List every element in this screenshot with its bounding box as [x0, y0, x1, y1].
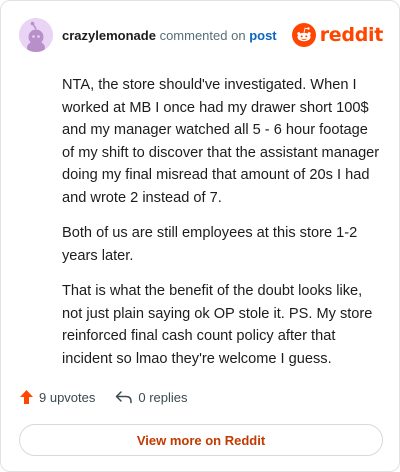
reddit-snoo-icon: [291, 23, 316, 47]
comment-actions: 9 upvotes 0 replies: [19, 389, 188, 405]
reply-arrow-icon: [116, 391, 133, 404]
username-link[interactable]: crazylemonade: [62, 28, 156, 43]
comment-paragraph: NTA, the store should've investigated. W…: [62, 77, 380, 206]
user-avatar[interactable]: [19, 18, 53, 52]
reply-count: 0 replies: [138, 389, 188, 405]
commented-on-text: commented on: [159, 27, 246, 43]
replies-button[interactable]: 0 replies: [115, 389, 188, 405]
post-link[interactable]: post: [249, 28, 276, 43]
reddit-wordmark: reddit: [319, 24, 384, 46]
comment-meta: crazylemonade commented on post: [62, 28, 277, 43]
upvote-button[interactable]: 9 upvotes: [19, 389, 95, 405]
reddit-logo[interactable]: reddit: [291, 23, 384, 47]
comment-embed-card: crazylemonade commented on post reddit N…: [0, 0, 400, 472]
comment-paragraph: That is what the benefit of the doubt lo…: [62, 283, 373, 367]
comment-paragraph: Both of us are still employees at this s…: [62, 225, 358, 264]
comment-body: NTA, the store should've investigated. W…: [62, 74, 381, 383]
upvote-count: 9 upvotes: [39, 389, 96, 405]
snoo-avatar-icon: [19, 18, 53, 52]
comment-header: crazylemonade commented on post reddit: [19, 17, 383, 53]
view-more-on-reddit-button[interactable]: View more on Reddit: [19, 424, 383, 456]
upvote-arrow-icon: [20, 390, 33, 404]
